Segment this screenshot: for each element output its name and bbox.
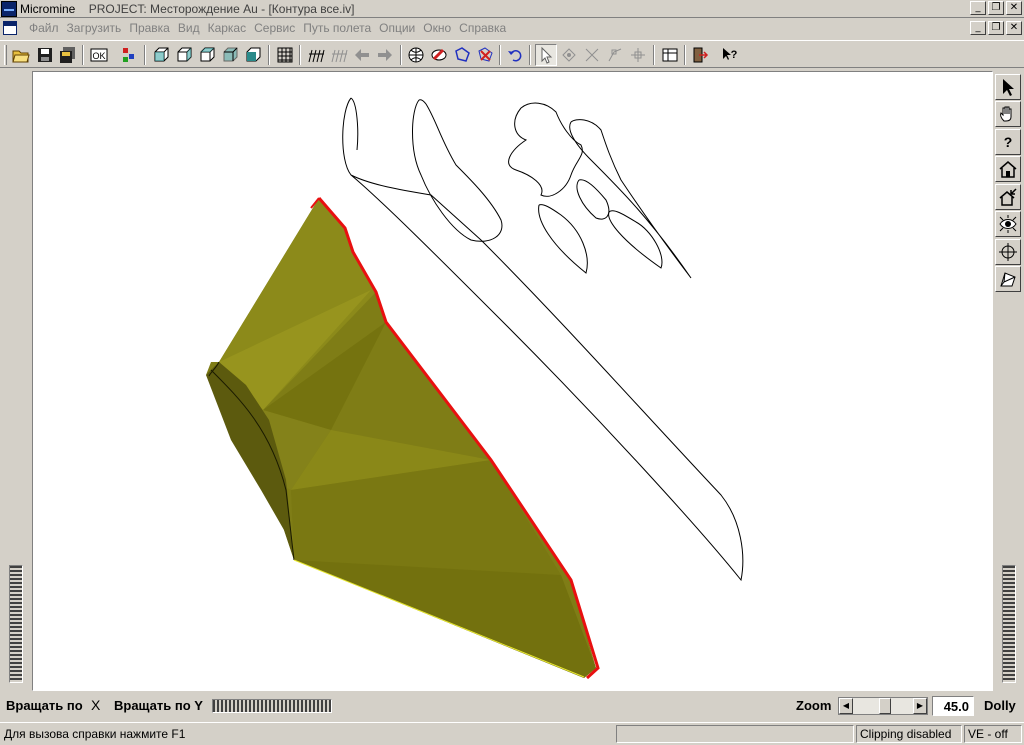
zoom-label: Zoom: [796, 698, 832, 713]
menu-window[interactable]: Окно: [419, 21, 455, 35]
help-cursor-icon[interactable]: ?: [719, 44, 741, 66]
dolly-wheel[interactable]: [1002, 565, 1016, 683]
status-ve: VE - off: [964, 725, 1022, 743]
scene-canvas[interactable]: [33, 72, 992, 690]
close-button[interactable]: ✕: [1006, 1, 1022, 15]
menu-view[interactable]: Вид: [174, 21, 204, 35]
doc-minimize-button[interactable]: _: [970, 21, 986, 35]
restore-button[interactable]: ❐: [988, 1, 1004, 15]
status-bar: Для вызова справки нажмите F1 Clipping d…: [0, 722, 1024, 745]
table-icon[interactable]: [659, 44, 681, 66]
doc-close-button[interactable]: ✕: [1006, 21, 1022, 35]
eraser-icon[interactable]: [428, 44, 450, 66]
set-home-icon[interactable]: [995, 184, 1021, 210]
arrow-left-icon[interactable]: [351, 44, 373, 66]
save-all-icon[interactable]: [57, 44, 79, 66]
select-arrow-icon[interactable]: [995, 74, 1021, 100]
select-arrow-icon[interactable]: [535, 44, 557, 66]
rotate-x-label: Вращать по: [6, 698, 83, 713]
projection-icon[interactable]: [995, 266, 1021, 292]
layers-icon[interactable]: [118, 44, 140, 66]
seek-crosshair-icon[interactable]: [995, 239, 1021, 265]
cube-left-icon[interactable]: [196, 44, 218, 66]
status-help-text: Для вызова справки нажмите F1: [4, 727, 186, 741]
move-node-icon[interactable]: [627, 44, 649, 66]
status-panel-empty: [616, 725, 854, 743]
menu-edit[interactable]: Правка: [125, 21, 174, 35]
cube-right-icon[interactable]: [219, 44, 241, 66]
open-folder-icon[interactable]: [10, 44, 32, 66]
main-toolbar: OK ?: [0, 40, 1024, 68]
menu-service[interactable]: Сервис: [250, 21, 299, 35]
menu-bar: Файл Загрузить Правка Вид Каркас Сервис …: [0, 19, 1024, 38]
window-title: Micromine PROJECT: Месторождение Au - [К…: [20, 2, 355, 16]
project-title: PROJECT: Месторождение Au - [Контура все…: [88, 2, 355, 16]
status-clipping: Clipping disabled: [856, 725, 962, 743]
rotate-y-label: Вращать по Y: [114, 698, 203, 713]
menu-help[interactable]: Справка: [455, 21, 510, 35]
document-icon[interactable]: [3, 21, 17, 35]
node-tool-icon[interactable]: [604, 44, 626, 66]
zoom-right-arrow-icon[interactable]: ▶: [913, 698, 927, 714]
question-icon[interactable]: ?: [995, 129, 1021, 155]
vertex-tool-icon[interactable]: [558, 44, 580, 66]
sphere-icon[interactable]: [405, 44, 427, 66]
rotate-y-wheel[interactable]: [212, 699, 332, 713]
zoom-value-field[interactable]: 45.0: [932, 696, 974, 716]
flythrough-icon[interactable]: [305, 44, 327, 66]
menu-flight-path[interactable]: Путь полета: [299, 21, 375, 35]
rotate-x-wheel[interactable]: [9, 565, 23, 683]
cube-back-icon[interactable]: [173, 44, 195, 66]
home-icon[interactable]: [995, 156, 1021, 182]
undo-icon[interactable]: [504, 44, 526, 66]
doc-restore-button[interactable]: ❐: [988, 21, 1004, 35]
edge-tool-icon[interactable]: [581, 44, 603, 66]
cube-front-icon[interactable]: [150, 44, 172, 66]
menu-options[interactable]: Опции: [375, 21, 419, 35]
cube-top-icon[interactable]: [242, 44, 264, 66]
svg-text:?: ?: [731, 49, 738, 61]
minimize-button[interactable]: _: [970, 1, 986, 15]
menu-file[interactable]: Файл: [25, 21, 63, 35]
left-panel: [0, 71, 32, 691]
ok-label: OK: [92, 51, 105, 61]
exit-icon[interactable]: [689, 44, 711, 66]
menu-wireframe[interactable]: Каркас: [204, 21, 251, 35]
toolbar-grip[interactable]: [4, 45, 7, 65]
save-icon[interactable]: [34, 44, 56, 66]
ok-icon[interactable]: OK: [88, 44, 110, 66]
flythrough-disabled-icon[interactable]: [328, 44, 350, 66]
wireframe-solid[interactable]: [206, 197, 600, 680]
eye-icon[interactable]: [995, 211, 1021, 237]
right-tool-panel: ?: [993, 71, 1024, 691]
zoom-left-arrow-icon[interactable]: ◀: [839, 698, 853, 714]
rotate-x-axis-label: X: [91, 697, 101, 713]
title-bar: Micromine PROJECT: Месторождение Au - [К…: [0, 0, 1024, 18]
arrow-right-icon[interactable]: [374, 44, 396, 66]
polygon-delete-icon[interactable]: [474, 44, 496, 66]
3d-viewport[interactable]: [32, 71, 993, 691]
bottom-controls: Вращать по X Вращать по Y Zoom ◀ ▶ 45.0 …: [0, 692, 1024, 720]
menu-load[interactable]: Загрузить: [63, 21, 126, 35]
zoom-slider-thumb[interactable]: [879, 698, 891, 714]
polygon-icon[interactable]: [451, 44, 473, 66]
app-name: Micromine: [20, 2, 76, 16]
zoom-slider[interactable]: ◀ ▶: [838, 697, 928, 715]
hand-pan-icon[interactable]: [995, 101, 1021, 127]
micromine-logo-icon: [1, 1, 17, 17]
svg-text:?: ?: [1004, 134, 1013, 150]
grid-icon[interactable]: [274, 44, 296, 66]
dolly-label: Dolly: [984, 698, 1016, 713]
